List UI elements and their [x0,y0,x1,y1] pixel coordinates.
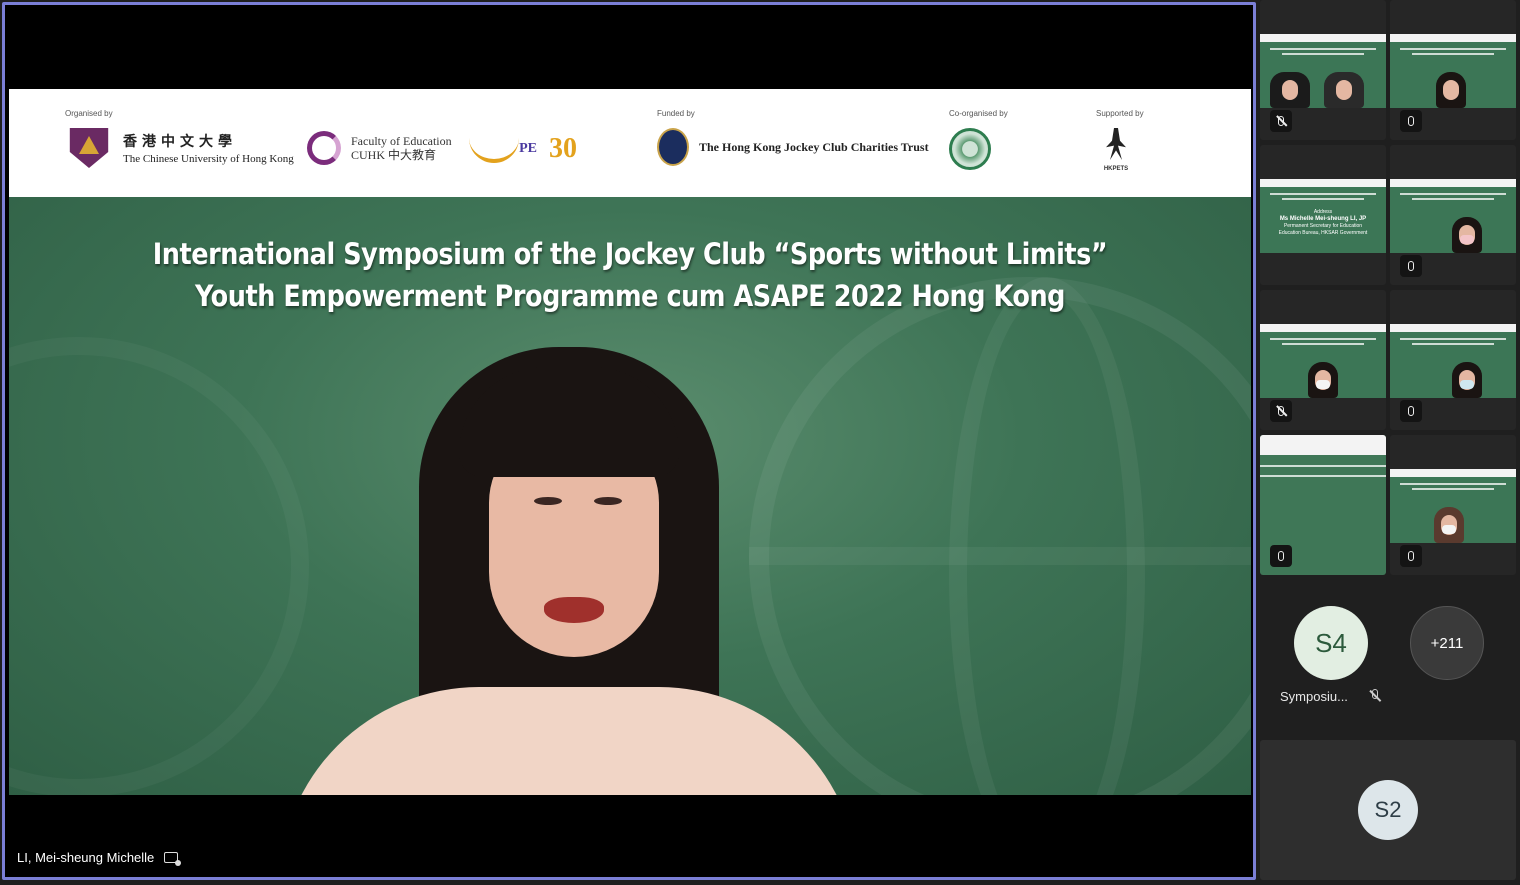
muted-mic-icon [1270,110,1292,132]
participant-video [1390,469,1516,543]
participant-video [1390,179,1516,253]
participant-tile[interactable] [1390,145,1516,285]
faculty-cuhk: CUHK 中大教育 [351,148,437,162]
participant-tile[interactable] [1260,435,1386,575]
speaker-name: LI, Mei-sheung Michelle [17,850,155,865]
mic-icon [1400,110,1422,132]
address-role-line1: Permanent Secretary for Education [1283,223,1363,229]
co-organised-by-caption: Co-organised by [949,109,1008,118]
shared-video-feed: Organised by 香港中文大學 The Chinese Universi… [9,89,1251,795]
participant-name-s4: Symposiu... [1280,689,1348,704]
participant-tile[interactable] [1390,290,1516,430]
spe-logo-icon: PE [469,129,539,169]
participant-tile[interactable]: Address Ms Michelle Mei-sheung LI, JP Pe… [1260,145,1386,285]
hkpets-label: HKPETS [1103,166,1129,172]
speaker-name-tag: LI, Mei-sheung Michelle [17,850,182,866]
symposium-title-line2: Youth Empowerment Programme cum ASAPE 20… [194,279,1066,313]
more-participants-button[interactable]: +211 [1410,606,1484,680]
hkpets-logo-icon: HKPETS [1096,128,1136,172]
participant-video [1260,324,1386,398]
faculty-spiral-icon [307,131,341,165]
participant-tile-s2[interactable]: S2 [1260,740,1516,880]
participant-avatar-s4[interactable]: S4 [1294,606,1368,680]
captions-icon[interactable] [164,852,182,866]
supported-by-caption: Supported by [1096,109,1144,118]
faculty-logo-group: Faculty of Education CUHK 中大教育 [307,131,452,165]
co-organiser-seal-icon [949,128,991,170]
supporter-group: Supported by HKPETS [1096,109,1144,172]
participant-video [1260,34,1386,108]
participant-video: Address Ms Michelle Mei-sheung LI, JP Pe… [1260,179,1386,253]
symposium-title-line1: International Symposium of the Jockey Cl… [152,237,1108,271]
funded-by-caption: Funded by [657,109,695,118]
mic-icon [1270,545,1292,567]
co-organiser-group: Co-organised by [949,109,1008,170]
cuhk-crest-icon [69,128,109,168]
address-role-line2: Education Bureau, HKSAR Government [1278,230,1368,236]
muted-mic-icon [1270,400,1292,422]
cuhk-english-name: The Chinese University of Hong Kong [123,153,294,165]
thirtieth-anniversary-logo: 30 [549,133,577,164]
participant-tile[interactable] [1260,290,1386,430]
participant-tile[interactable] [1260,0,1386,140]
muted-mic-icon [1368,689,1382,703]
globe-watermark-right [749,277,1251,795]
mic-icon [1400,545,1422,567]
speaker-video [279,347,859,795]
participant-avatar-s2: S2 [1358,780,1418,840]
participants-sidebar: Address Ms Michelle Mei-sheung LI, JP Pe… [1258,0,1520,885]
faculty-logo-text: Faculty of Education CUHK 中大教育 [351,134,452,162]
address-label: Address [1313,209,1333,215]
participant-tile[interactable] [1390,0,1516,140]
organiser-group: Organised by 香港中文大學 The Chinese Universi… [65,109,294,168]
spe-letters: PE [519,141,537,156]
participant-tile[interactable] [1390,435,1516,575]
sponsor-banner: Organised by 香港中文大學 The Chinese Universi… [9,89,1251,197]
globe-watermark-left [9,337,309,795]
participant-video [1390,34,1516,108]
participant-video [1390,324,1516,398]
mic-icon [1400,255,1422,277]
organised-by-caption: Organised by [65,109,113,118]
hkjc-badge-icon [657,128,689,166]
spe-logo-group: PE 30 [469,129,577,169]
cuhk-logo-text: 香港中文大學 The Chinese University of Hong Ko… [123,131,294,165]
cuhk-chinese-name: 香港中文大學 [123,135,237,150]
funder-group: Funded by The Hong Kong Jockey Club Char… [657,109,929,166]
mic-icon [1400,400,1422,422]
address-speaker-name: Ms Michelle Mei-sheung LI, JP [1279,216,1367,222]
main-video-stage[interactable]: Organised by 香港中文大學 The Chinese Universi… [2,2,1256,880]
hkjc-name: The Hong Kong Jockey Club Charities Trus… [699,139,929,154]
virtual-backdrop: International Symposium of the Jockey Cl… [9,197,1251,795]
faculty-name: Faculty of Education [351,134,452,148]
address-slide: Address Ms Michelle Mei-sheung LI, JP Pe… [1260,209,1386,237]
